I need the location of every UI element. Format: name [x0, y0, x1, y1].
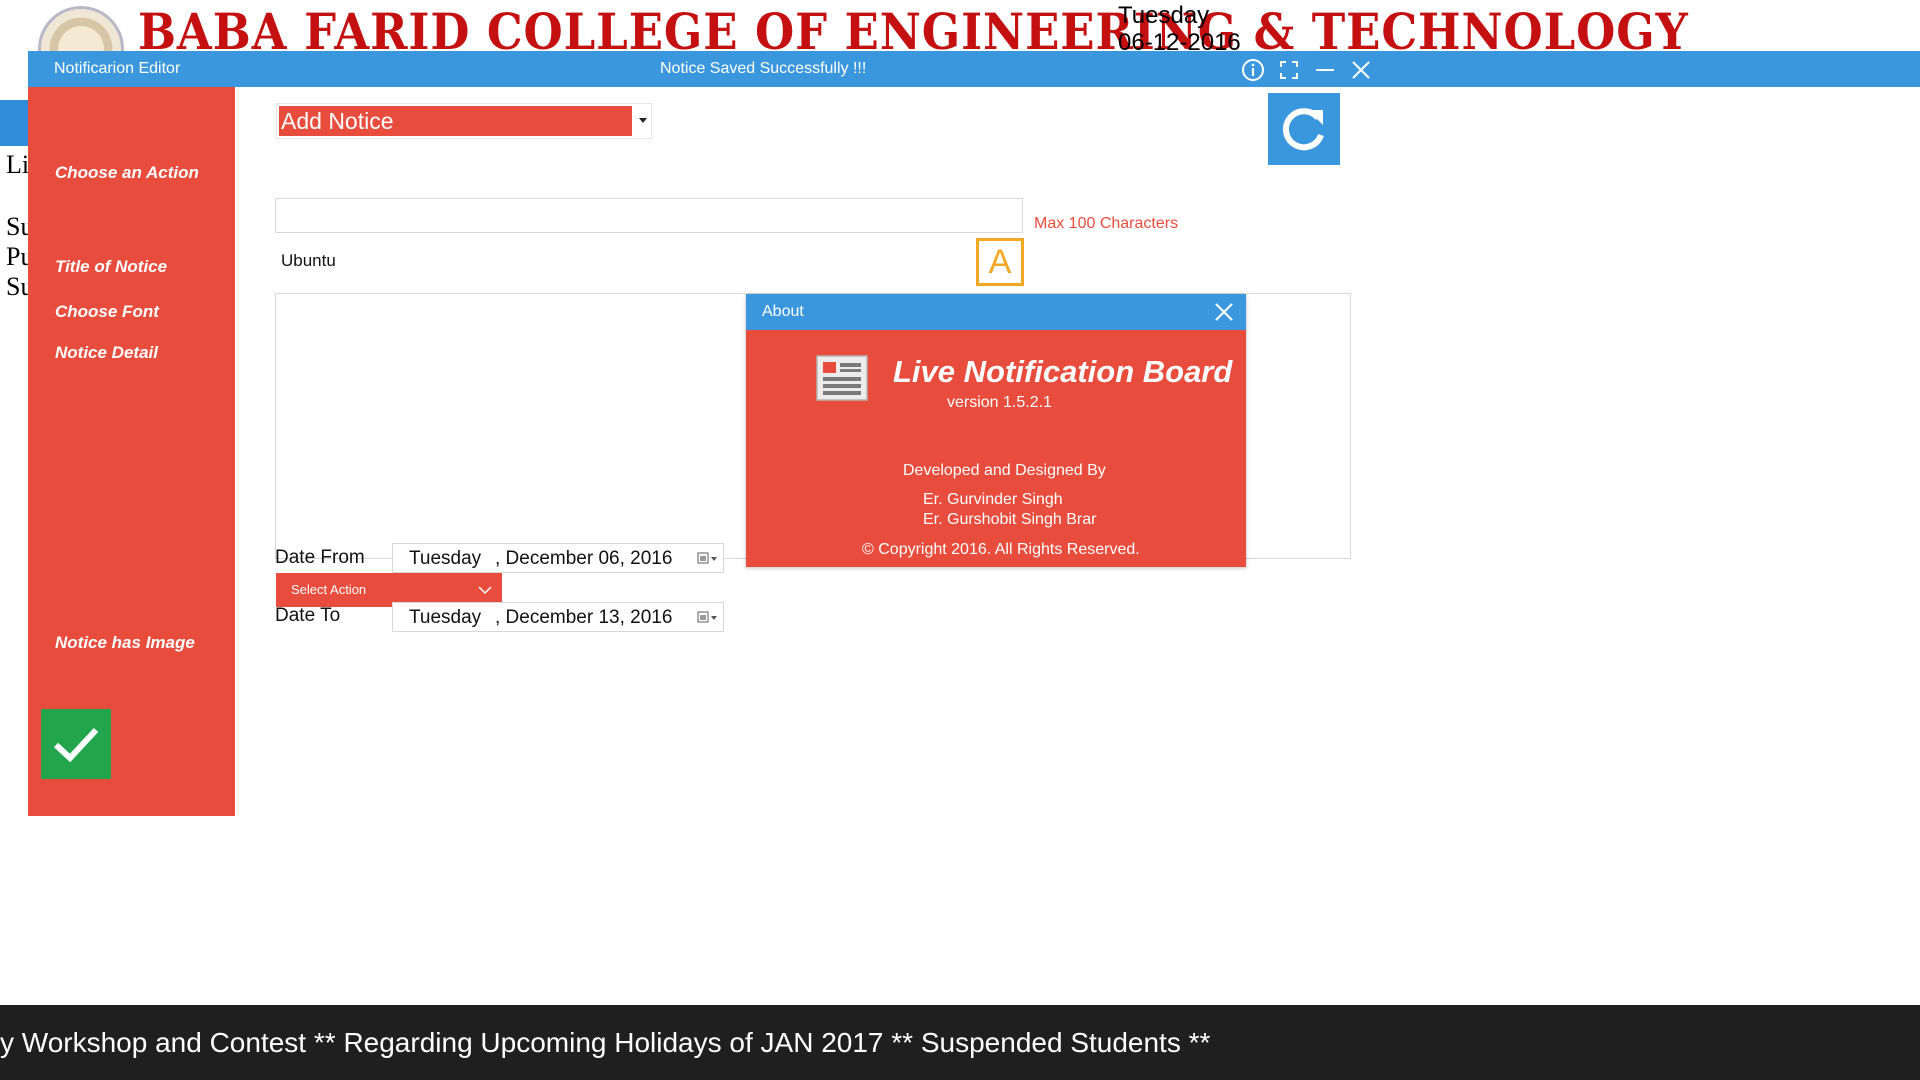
action-dropdown[interactable]: Add Notice	[276, 103, 652, 139]
date-to-date: , December 13, 2016	[495, 607, 673, 628]
window-title: Notificarion Editor	[54, 60, 181, 77]
about-title: About	[762, 303, 804, 320]
label-notice-detail: Notice Detail	[55, 343, 158, 362]
about-developer: Er. Gurvinder Singh	[923, 491, 1063, 508]
chevron-down-icon	[478, 579, 492, 602]
about-app-name: Live Notification Board	[893, 354, 1233, 389]
close-icon[interactable]	[1348, 57, 1374, 83]
selected-font-name: Ubuntu	[281, 251, 336, 270]
calendar-icon[interactable]	[697, 551, 719, 565]
college-header: BABA FARID COLLEGE OF ENGINEERING & TECH…	[0, 0, 1920, 92]
label-choose-font: Choose Font	[55, 302, 159, 321]
date-to-picker[interactable]: Tuesday , December 13, 2016	[392, 602, 724, 632]
news-ticker: y Workshop and Contest ** Regarding Upco…	[0, 1005, 1920, 1080]
choose-font-button[interactable]: A	[976, 238, 1024, 286]
about-developed-by: Developed and Designed By	[903, 462, 1106, 479]
image-action-value: Select Action	[291, 582, 367, 597]
editor-sidebar: Choose an Action Title of Notice Choose …	[28, 87, 235, 816]
notice-title-input[interactable]	[275, 198, 1023, 233]
editor-titlebar[interactable]: Notificarion Editor Notice Saved Success…	[28, 51, 1920, 87]
title-max-chars-hint: Max 100 Characters	[1034, 215, 1179, 232]
about-dialog: About Live Notification Board version 1.…	[746, 294, 1246, 567]
font-icon: A	[988, 242, 1012, 281]
about-copyright: © Copyright 2016. All Rights Reserved.	[862, 541, 1140, 558]
label-choose-action: Choose an Action	[55, 163, 199, 182]
label-notice-has-image: Notice has Image	[55, 633, 195, 652]
dropdown-arrow-icon	[639, 118, 647, 123]
newspaper-icon	[816, 355, 868, 401]
action-dropdown-value: Add Notice	[279, 106, 632, 136]
date-to-day: Tuesday	[409, 607, 482, 628]
status-message: Notice Saved Successfully !!!	[660, 60, 867, 77]
background-nav-bar	[0, 100, 30, 146]
about-version: version 1.5.2.1	[947, 394, 1052, 411]
background-list-item: Li	[6, 150, 30, 179]
confirm-button[interactable]	[41, 709, 111, 779]
refresh-button[interactable]	[1268, 93, 1340, 165]
close-icon[interactable]	[1212, 300, 1236, 324]
header-day: Tuesday	[1118, 2, 1210, 29]
checkmark-icon	[53, 727, 99, 763]
date-from-date: , December 06, 2016	[495, 548, 673, 569]
date-to-label: Date To	[275, 605, 341, 626]
date-from-day: Tuesday	[409, 548, 482, 569]
about-titlebar[interactable]: About	[746, 294, 1246, 330]
ticker-text: y Workshop and Contest ** Regarding Upco…	[0, 1027, 1211, 1058]
maximize-icon[interactable]	[1276, 57, 1302, 83]
label-title-of-notice: Title of Notice	[55, 257, 168, 276]
calendar-icon[interactable]	[697, 610, 719, 624]
minimize-icon[interactable]	[1312, 57, 1338, 83]
info-icon[interactable]	[1240, 57, 1266, 83]
refresh-icon	[1282, 108, 1324, 151]
about-developer: Er. Gurshobit Singh Brar	[923, 511, 1097, 528]
date-from-picker[interactable]: Tuesday , December 06, 2016	[392, 543, 724, 573]
date-from-label: Date From	[275, 547, 365, 568]
